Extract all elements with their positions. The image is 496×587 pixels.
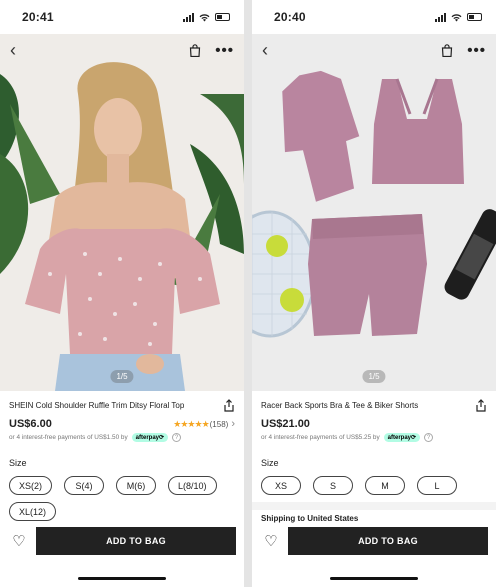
size-option[interactable]: XS — [261, 476, 301, 495]
image-pager: 1/5 — [362, 370, 386, 383]
status-time: 20:40 — [274, 10, 306, 24]
size-options: XS(2) S(4) M(6) L(8/10) XL(12) — [9, 476, 235, 521]
back-icon[interactable]: ‹ — [262, 40, 282, 61]
home-indicator — [78, 577, 166, 580]
size-option[interactable]: M(6) — [116, 476, 157, 495]
product-image[interactable]: ‹ ••• 1/5 — [252, 34, 496, 391]
more-icon[interactable]: ••• — [215, 42, 234, 59]
product-page-right: 20:40 ‹ ••• 1/5 Racer Back Sports Bra & … — [252, 0, 496, 587]
product-photo-floral-top — [0, 34, 244, 391]
signal-icon — [435, 12, 446, 22]
rating-summary[interactable]: ★★★★★ (158) › — [173, 418, 235, 430]
share-icon[interactable] — [223, 399, 235, 412]
screenshot-stage: 20:41 ‹ ••• 1/5 SHEIN Cold Shoulder Ruff… — [0, 0, 496, 587]
afterpay-badge: afterpay⟳ — [383, 433, 421, 442]
status-bar: 20:40 — [252, 0, 496, 34]
bottom-action-bar: ♡ ADD TO BAG — [0, 524, 244, 558]
size-options: XS S M L — [261, 476, 487, 495]
afterpay-text: or 4 interest-free payments of US$5.25 b… — [261, 434, 380, 441]
bag-icon[interactable] — [441, 43, 453, 57]
add-to-bag-button[interactable]: ADD TO BAG — [288, 527, 488, 555]
afterpay-text: or 4 interest-free payments of US$1.50 b… — [9, 434, 128, 441]
product-title: Racer Back Sports Bra & Tee & Biker Shor… — [261, 401, 419, 410]
help-icon[interactable]: ? — [172, 433, 182, 442]
status-icons — [435, 12, 482, 22]
product-price: US$21.00 — [261, 418, 310, 430]
rating-count: (158) — [209, 419, 229, 429]
product-photo-activewear-set — [252, 34, 496, 391]
afterpay-badge: afterpay⟳ — [131, 433, 169, 442]
product-info: Racer Back Sports Bra & Tee & Biker Shor… — [252, 391, 496, 495]
product-image[interactable]: ‹ ••• 1/5 — [0, 34, 244, 391]
section-divider — [252, 502, 496, 510]
size-label: Size — [261, 458, 279, 468]
signal-icon — [183, 12, 194, 22]
bag-icon[interactable] — [189, 43, 201, 57]
chevron-right-icon: › — [231, 418, 235, 430]
bottom-action-bar: ♡ ADD TO BAG — [252, 524, 496, 558]
afterpay-row: or 4 interest-free payments of US$5.25 b… — [261, 433, 487, 442]
heart-icon[interactable]: ♡ — [8, 532, 30, 550]
add-to-bag-button[interactable]: ADD TO BAG — [36, 527, 236, 555]
help-icon[interactable]: ? — [424, 433, 434, 442]
product-title: SHEIN Cold Shoulder Ruffle Trim Ditsy Fl… — [9, 401, 185, 410]
image-pager: 1/5 — [110, 370, 134, 383]
back-icon[interactable]: ‹ — [10, 40, 30, 61]
afterpay-row: or 4 interest-free payments of US$1.50 b… — [9, 433, 235, 442]
share-icon[interactable] — [475, 399, 487, 412]
product-topbar: ‹ ••• — [252, 34, 496, 66]
size-option[interactable]: S(4) — [64, 476, 105, 495]
battery-icon — [467, 13, 482, 21]
wifi-icon — [451, 13, 462, 21]
size-option[interactable]: XL(12) — [9, 502, 57, 521]
home-indicator — [330, 577, 418, 580]
size-option[interactable]: XS(2) — [9, 476, 53, 495]
product-page-left: 20:41 ‹ ••• 1/5 SHEIN Cold Shoulder Ruff… — [0, 0, 244, 587]
product-topbar: ‹ ••• — [0, 34, 244, 66]
battery-icon — [215, 13, 230, 21]
size-option[interactable]: L(8/10) — [168, 476, 217, 495]
more-icon[interactable]: ••• — [467, 42, 486, 59]
size-option[interactable]: S — [313, 476, 353, 495]
status-time: 20:41 — [22, 10, 54, 24]
size-option[interactable]: L — [417, 476, 457, 495]
size-option[interactable]: M — [365, 476, 405, 495]
rating-stars: ★★★★★ — [173, 418, 209, 429]
wifi-icon — [199, 13, 210, 21]
product-price: US$6.00 — [9, 418, 52, 430]
status-icons — [183, 12, 230, 22]
status-bar: 20:41 — [0, 0, 244, 34]
shipping-section-label[interactable]: Shipping to United States — [261, 514, 358, 523]
product-info: SHEIN Cold Shoulder Ruffle Trim Ditsy Fl… — [0, 391, 244, 521]
heart-icon[interactable]: ♡ — [260, 532, 282, 550]
size-label: Size — [9, 458, 27, 468]
